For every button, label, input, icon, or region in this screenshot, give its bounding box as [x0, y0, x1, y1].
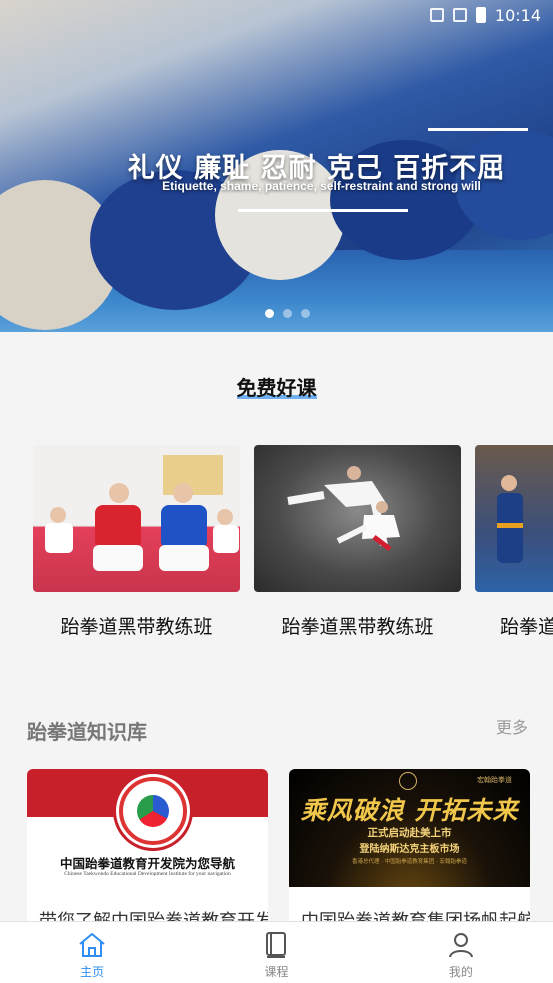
- carousel-dot[interactable]: [265, 309, 274, 318]
- carousel-dot[interactable]: [301, 309, 310, 318]
- tab-home[interactable]: 主页: [0, 922, 184, 983]
- thumbnail-caption: 中国跆拳道教育开发院为您导航: [59, 856, 235, 871]
- tab-me[interactable]: 我的: [369, 922, 553, 983]
- tab-label: 课程: [264, 965, 289, 979]
- thumbnail-line: 正式启动赴美上市: [367, 827, 452, 839]
- knowledge-thumbnail: 中国跆拳道教育开发院为您导航 Chinese Taekwondo Educati…: [27, 769, 268, 887]
- banner-subtitle: Etiquette, shame, patience, self-restrai…: [162, 179, 481, 193]
- more-link[interactable]: 更多: [496, 714, 528, 738]
- signal-icon: [429, 8, 444, 22]
- course-thumbnail: [475, 445, 553, 592]
- knowledge-thumbnail: 宏翰跆拳道 乘风破浪 开拓未来 正式启动赴美上市 登陆纳斯达克主板市场 香港总代…: [289, 769, 530, 887]
- bottom-tab-bar: 主页 课程 我的: [0, 921, 553, 983]
- jump-kick-photo: [287, 466, 400, 551]
- course-name: 跆拳道黑带教练班: [500, 616, 553, 638]
- thumbnail-caption-en: Chinese Taekwondo Educational Developmen…: [64, 871, 231, 877]
- girl-dobok-photo: [497, 475, 523, 563]
- course-card[interactable]: 跆拳道黑带教练班: [254, 445, 461, 639]
- thumbnail-line: 登陆纳斯达克主板市场: [359, 844, 460, 855]
- course-thumbnail: [33, 445, 240, 592]
- kids-taekwondo-photo: [33, 445, 240, 571]
- thumbnail-brand: 宏翰跆拳道: [477, 776, 512, 784]
- course-name: 跆拳道黑带教练班: [60, 616, 213, 638]
- status-bar: 10:14: [393, 0, 553, 30]
- tab-courses[interactable]: 课程: [184, 922, 368, 983]
- free-courses-title: 免费好课: [0, 372, 553, 401]
- no-sim-icon: [452, 8, 467, 22]
- carousel-dot[interactable]: [283, 309, 292, 318]
- institute-seal-icon: [119, 777, 187, 845]
- book-icon: [266, 932, 287, 958]
- banner-rule-top: [428, 128, 528, 131]
- carousel-indicator: [0, 309, 553, 318]
- user-icon: [448, 933, 473, 958]
- course-card[interactable]: 跆拳道黑带教练班: [475, 445, 553, 639]
- course-thumbnail: [254, 445, 461, 592]
- tab-label: 主页: [80, 965, 105, 979]
- course-name: 跆拳道黑带教练班: [281, 616, 434, 638]
- knowledge-title: 跆拳道知识库: [27, 720, 147, 744]
- free-courses-title-text: 免费好课: [236, 372, 317, 401]
- tab-label: 我的: [448, 965, 473, 979]
- course-card[interactable]: 跆拳道黑带教练班: [33, 445, 240, 639]
- course-carousel[interactable]: 跆拳道黑带教练班 跆拳道黑带教练班 跆拳道黑带教练班: [33, 445, 553, 645]
- hero-banner[interactable]: 10:14 礼仪 廉耻 忍耐 克己 百折不屈 Etiquette, shame,…: [0, 0, 553, 332]
- home-icon: [79, 933, 105, 957]
- thumbnail-line: 香港总代理 · 中国跆拳道教育集团 · 宏翰跆拳道: [352, 859, 467, 865]
- group-emblem-icon: [399, 772, 417, 790]
- banner-rule-bottom: [238, 209, 408, 212]
- battery-icon: [475, 7, 486, 23]
- status-time: 10:14: [494, 5, 541, 25]
- thumbnail-slogan: 乘风破浪 开拓未来: [300, 796, 519, 825]
